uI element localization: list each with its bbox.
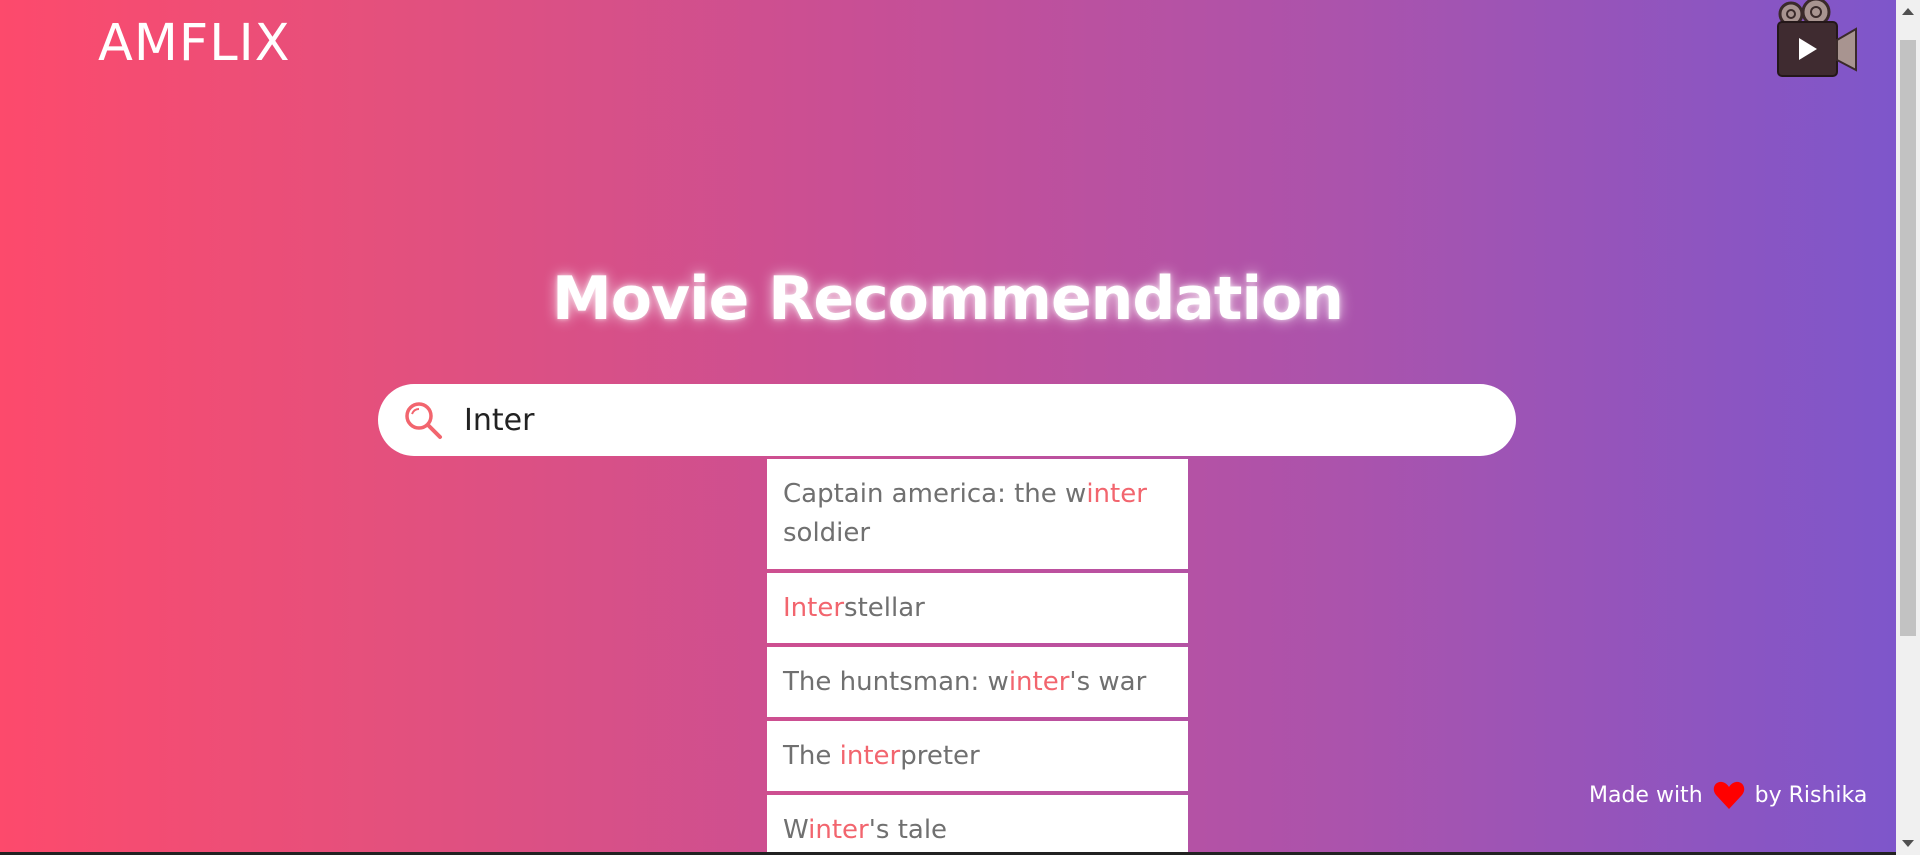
footer-credit: Made with by Rishika [1589, 780, 1867, 810]
heart-icon [1713, 781, 1744, 809]
suggestion-label: The huntsman: winter's war [783, 666, 1147, 697]
suggestion-list: Captain america: the winter soldier Inter… [767, 459, 1188, 855]
footer-author: by Rishika [1754, 782, 1868, 808]
suggestion-item[interactable]: Winter's tale [767, 795, 1188, 855]
page-title: Movie Recommendation [552, 264, 1344, 334]
suggestion-item[interactable]: Interstellar [767, 573, 1188, 643]
brand-logo-text[interactable]: AMFLIX [98, 14, 291, 73]
search-input[interactable] [464, 402, 1464, 438]
search-bar[interactable] [378, 384, 1516, 456]
movie-camera-icon [1777, 0, 1857, 77]
page: AMFLIX Movie Recommendation Captain amer… [0, 0, 1920, 855]
footer-made-with: Made with [1589, 782, 1703, 808]
scrollbar-thumb[interactable] [1900, 40, 1916, 636]
search-icon [405, 402, 442, 439]
suggestion-label: Winter's tale [783, 814, 948, 845]
suggestion-label: Captain america: the winter soldier [783, 479, 1147, 548]
suggestion-item[interactable]: The interpreter [767, 721, 1188, 791]
scroll-down-arrow-icon[interactable] [1902, 840, 1914, 847]
suggestion-label: Interstellar [783, 592, 925, 623]
suggestion-item[interactable]: Captain america: the winter soldier [767, 459, 1188, 569]
vertical-scrollbar[interactable] [1896, 0, 1920, 855]
scroll-up-arrow-icon[interactable] [1902, 8, 1914, 15]
suggestion-item[interactable]: The huntsman: winter's war [767, 647, 1188, 717]
suggestion-label: The interpreter [783, 740, 980, 771]
